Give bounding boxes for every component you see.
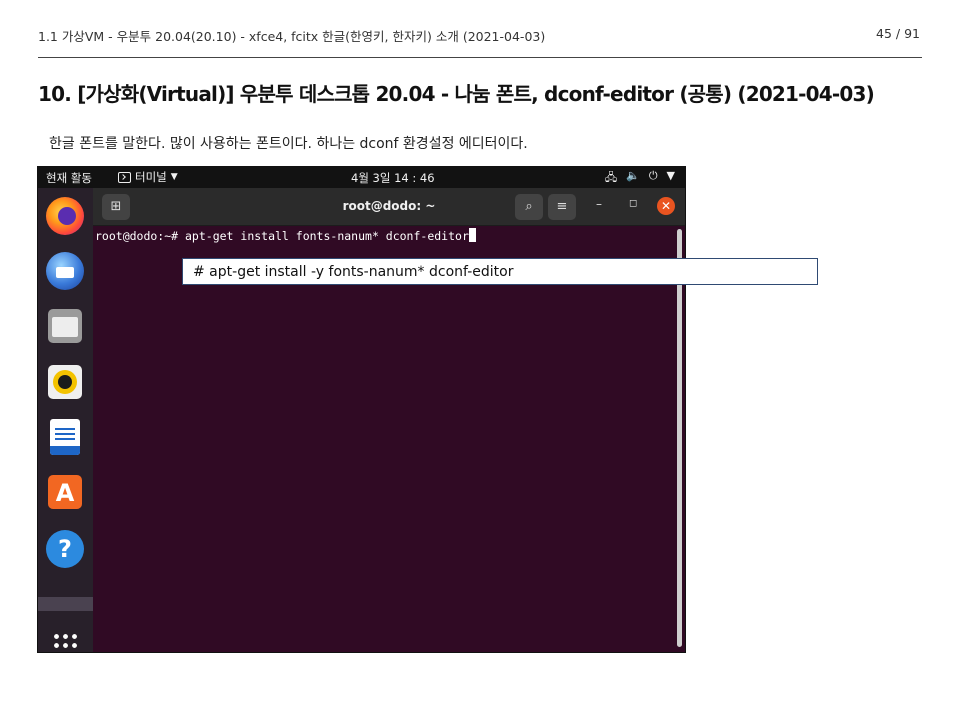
page-number: 45 / 91 (876, 26, 920, 41)
intro-paragraph: 한글 폰트를 말한다. 많이 사용하는 폰트이다. 하나는 dconf 환경설정… (49, 136, 528, 152)
clock[interactable]: 4월 3일 14 : 46 (351, 170, 435, 186)
search-button[interactable]: ⌕ (515, 194, 543, 220)
power-icon: ⏻ (648, 169, 658, 182)
thunderbird-icon[interactable] (46, 252, 84, 290)
network-icon: 🖧 (604, 171, 618, 184)
volume-icon: 🔈 (626, 169, 640, 182)
files-icon[interactable] (48, 309, 82, 343)
activities-button[interactable]: 현재 활동 (46, 170, 92, 186)
help-icon[interactable]: ? (46, 530, 84, 568)
terminal-output[interactable]: root@dodo:~# apt-get install fonts-nanum… (95, 228, 476, 243)
dock-running-terminal-indicator[interactable] (38, 597, 93, 611)
libreoffice-writer-icon[interactable] (50, 419, 80, 455)
header-chapter-title: 1.1 가상VM - 우분투 20.04(20.10) - xfce4, fci… (38, 29, 546, 44)
caret-down-icon: ▼ (666, 169, 675, 182)
terminal-app-menu[interactable]: 터미널 ▼ (118, 169, 178, 185)
terminal-scrollbar[interactable] (677, 229, 682, 647)
ubuntu-desktop-screenshot: 현재 활동 터미널 ▼ 4월 3일 14 : 46 🖧 🔈 ⏻ ▼ A ? ⊞ … (38, 167, 685, 652)
maximize-button[interactable]: ◻ (629, 198, 637, 209)
terminal-app-menu-label: 터미널 (135, 170, 167, 184)
terminal-icon (118, 171, 131, 183)
show-applications-icon[interactable] (52, 632, 79, 652)
hamburger-menu-button[interactable]: ≡ (548, 194, 576, 220)
minimize-button[interactable]: – (596, 197, 602, 211)
caret-down-icon: ▼ (170, 172, 178, 182)
dock: A ? (38, 188, 93, 652)
ubuntu-software-icon[interactable]: A (48, 475, 82, 509)
header-divider (38, 57, 922, 58)
system-menu[interactable]: 🖧 🔈 ⏻ ▼ (605, 169, 675, 188)
terminal-headerbar: ⊞ root@dodo: ~ ⌕ ≡ – ◻ ✕ (93, 188, 685, 226)
rhythmbox-icon[interactable] (48, 365, 82, 399)
section-title: 10. [가상화(Virtual)] 우분투 데스크톱 20.04 - 나눔 폰… (38, 82, 875, 106)
firefox-icon[interactable] (46, 197, 84, 235)
text-cursor (468, 228, 476, 242)
gnome-top-bar: 현재 활동 터미널 ▼ 4월 3일 14 : 46 🖧 🔈 ⏻ ▼ (38, 167, 685, 188)
command-callout: # apt-get install -y fonts-nanum* dconf-… (182, 258, 818, 285)
close-button[interactable]: ✕ (657, 197, 675, 215)
command-line: root@dodo:~# apt-get install fonts-nanum… (95, 229, 469, 243)
